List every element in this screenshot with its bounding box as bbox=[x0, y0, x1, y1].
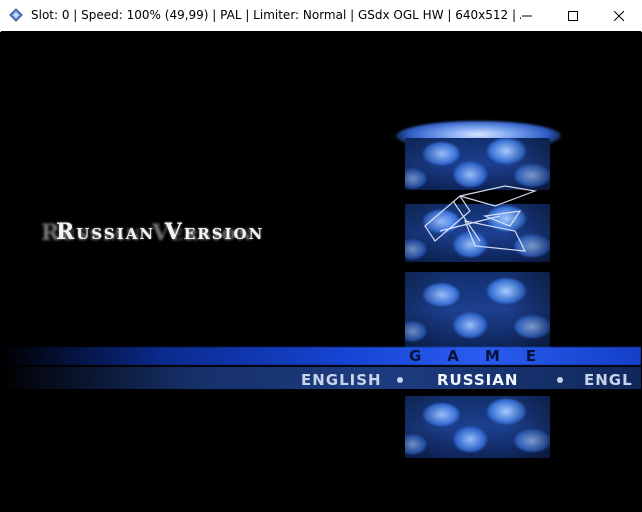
language-option-english[interactable]: ENGLISH bbox=[301, 371, 382, 389]
separator-dot-1 bbox=[397, 377, 403, 383]
blue-cells-panel-3 bbox=[405, 272, 550, 348]
close-button[interactable] bbox=[596, 0, 642, 31]
window-title: Slot: 0 | Speed: 100% (49,99) | PAL | Li… bbox=[31, 8, 521, 22]
menu-heading: Russian Version bbox=[56, 219, 265, 245]
maximize-icon bbox=[568, 10, 578, 21]
game-band-label: GAME bbox=[409, 347, 563, 365]
window-titlebar[interactable]: Slot: 0 | Speed: 100% (49,99) | PAL | Li… bbox=[0, 0, 642, 32]
maximize-button[interactable] bbox=[550, 0, 596, 31]
game-viewport[interactable]: Russian Version Russian Version GAME ENG… bbox=[1, 31, 641, 511]
close-icon bbox=[614, 10, 624, 21]
language-option-english-wrap[interactable]: ENGL bbox=[584, 371, 633, 389]
minimize-button[interactable] bbox=[504, 0, 550, 31]
wireframe-graphic bbox=[424, 185, 538, 252]
minimize-icon bbox=[522, 15, 532, 16]
pcsx2-icon bbox=[9, 8, 23, 22]
language-option-russian[interactable]: RUSSIAN bbox=[437, 371, 518, 389]
separator-dot-2 bbox=[557, 377, 563, 383]
blue-cells-panel-4 bbox=[405, 396, 550, 458]
